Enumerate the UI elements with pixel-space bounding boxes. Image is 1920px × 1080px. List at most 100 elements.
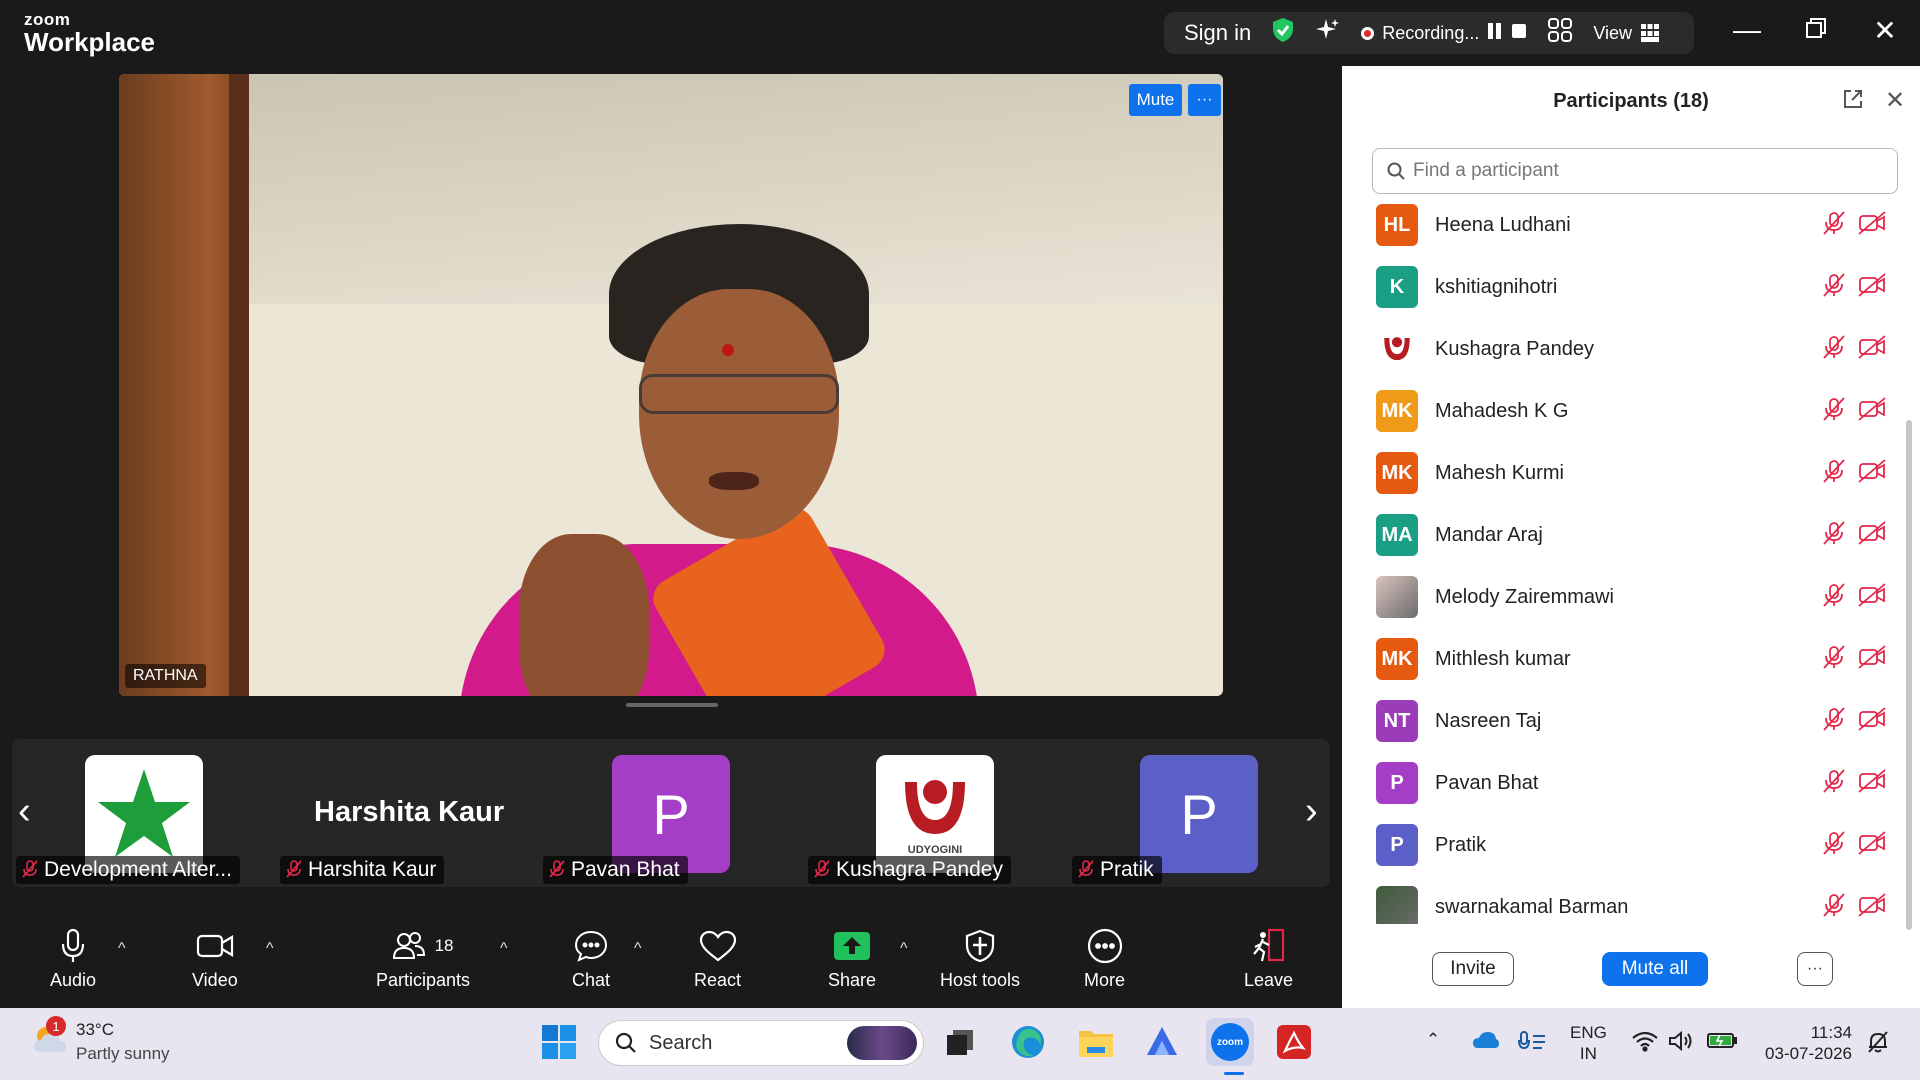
participant-row[interactable]: swarnakamal Barman (1342, 876, 1902, 924)
react-button[interactable]: React (694, 922, 741, 991)
mute-speaker-button[interactable]: Mute (1129, 84, 1182, 116)
resize-handle[interactable] (626, 703, 718, 707)
filmstrip-next-icon[interactable]: › (1305, 790, 1318, 833)
stop-recording-icon[interactable] (1511, 23, 1527, 44)
participants-options-caret-icon[interactable]: ^ (500, 940, 508, 958)
tile-name-text: Pratik (1100, 858, 1154, 881)
system-clock[interactable]: 11:34 03-07-2026 (1752, 1022, 1852, 1064)
chat-button[interactable]: Chat (572, 922, 610, 991)
recording-indicator[interactable]: Recording... (1361, 22, 1527, 45)
close-panel-icon[interactable]: ✕ (1885, 86, 1905, 115)
participant-list-scrollbar[interactable] (1906, 420, 1912, 930)
participant-row[interactable]: Kushagra Pandey (1342, 318, 1902, 380)
participant-avatar: MK (1376, 452, 1418, 494)
camera-icon (196, 922, 234, 970)
participant-row[interactable]: MK Mahadesh K G (1342, 380, 1902, 442)
video-off-icon[interactable] (1858, 458, 1886, 488)
participant-row[interactable]: NT Nasreen Taj (1342, 690, 1902, 752)
share-options-caret-icon[interactable]: ^ (900, 940, 908, 958)
restore-icon[interactable] (1796, 14, 1836, 46)
volume-icon[interactable] (1668, 1030, 1694, 1057)
taskbar-search-box[interactable]: Search (598, 1020, 924, 1066)
participant-status-icons (1822, 210, 1886, 240)
muted-mic-icon[interactable] (1822, 210, 1846, 240)
language-indicator[interactable]: ENG IN (1570, 1022, 1607, 1064)
muted-mic-icon[interactable] (1822, 520, 1846, 550)
video-off-icon[interactable] (1858, 644, 1886, 674)
tile-harshita-display[interactable]: Harshita Kaur (314, 796, 504, 829)
muted-mic-icon[interactable] (1822, 892, 1846, 922)
speaker-more-button[interactable]: ··· (1188, 84, 1221, 116)
muted-mic-icon[interactable] (1822, 644, 1846, 674)
view-button[interactable]: View (1593, 23, 1660, 44)
windows-start-icon[interactable] (539, 1022, 579, 1062)
weather-temperature: 33°C (76, 1020, 114, 1039)
wifi-icon[interactable] (1632, 1030, 1658, 1057)
muted-mic-icon[interactable] (1822, 334, 1846, 364)
audio-options-caret-icon[interactable]: ^ (118, 940, 126, 958)
audio-button[interactable]: Audio (50, 922, 96, 991)
video-options-caret-icon[interactable]: ^ (266, 940, 274, 958)
video-off-icon[interactable] (1858, 830, 1886, 860)
participant-status-icons (1822, 520, 1886, 550)
minimize-icon[interactable]: — (1727, 14, 1767, 46)
battery-icon[interactable] (1706, 1030, 1738, 1055)
leave-button[interactable]: Leave (1244, 922, 1293, 991)
muted-mic-icon[interactable] (1822, 768, 1846, 798)
pause-recording-icon[interactable] (1487, 22, 1503, 45)
participant-row[interactable]: P Pavan Bhat (1342, 752, 1902, 814)
ai-companion-icon[interactable] (1315, 17, 1341, 49)
close-window-icon[interactable]: ✕ (1865, 14, 1905, 47)
task-view-icon[interactable] (940, 1022, 980, 1062)
participants-button[interactable]: 18 Participants (376, 922, 470, 991)
participant-row[interactable]: Kkshitiagnihotri (1342, 256, 1902, 318)
video-off-icon[interactable] (1858, 210, 1886, 240)
panel-more-button[interactable]: ··· (1797, 952, 1833, 986)
video-off-icon[interactable] (1858, 768, 1886, 798)
zoom-app-icon[interactable]: zoom (1206, 1018, 1254, 1066)
video-off-icon[interactable] (1858, 892, 1886, 922)
edge-browser-icon[interactable] (1008, 1022, 1048, 1062)
video-off-icon[interactable] (1858, 706, 1886, 736)
participant-row[interactable]: HL Heena Ludhani (1342, 194, 1902, 256)
voice-typing-icon[interactable] (1518, 1030, 1546, 1059)
video-off-icon[interactable] (1858, 272, 1886, 302)
security-shield-icon[interactable] (1271, 17, 1295, 49)
muted-mic-icon[interactable] (1822, 272, 1846, 302)
mute-all-button[interactable]: Mute all (1602, 952, 1708, 986)
invite-button[interactable]: Invite (1432, 952, 1514, 986)
app-launcher-icon[interactable] (1142, 1022, 1182, 1062)
muted-mic-icon[interactable] (1822, 582, 1846, 612)
sign-in-button[interactable]: Sign in (1184, 20, 1251, 46)
notifications-icon[interactable] (1866, 1030, 1890, 1059)
windows-taskbar: 1 33°C Partly sunny Search zoom ⌃ ENG IN (0, 1008, 1920, 1080)
video-off-icon[interactable] (1858, 582, 1886, 612)
muted-mic-icon[interactable] (1822, 706, 1846, 736)
muted-mic-icon[interactable] (1822, 458, 1846, 488)
gallery-grid-icon[interactable] (1547, 17, 1573, 49)
show-hidden-icons-chevron-icon[interactable]: ⌃ (1426, 1030, 1440, 1050)
video-off-icon[interactable] (1858, 520, 1886, 550)
host-tools-button[interactable]: Host tools (940, 922, 1020, 991)
video-button[interactable]: Video (192, 922, 238, 991)
popout-icon[interactable] (1842, 88, 1864, 115)
onedrive-cloud-icon[interactable] (1472, 1030, 1500, 1055)
video-off-icon[interactable] (1858, 334, 1886, 364)
chat-options-caret-icon[interactable]: ^ (634, 940, 642, 958)
share-button[interactable]: Share (828, 922, 876, 991)
participant-row[interactable]: MK Mahesh Kurmi (1342, 442, 1902, 504)
participant-row[interactable]: Melody Zairemmawi (1342, 566, 1902, 628)
more-button[interactable]: More (1084, 922, 1125, 991)
participant-row[interactable]: MA Mandar Araj (1342, 504, 1902, 566)
muted-mic-icon[interactable] (1822, 396, 1846, 426)
video-off-icon[interactable] (1858, 396, 1886, 426)
acrobat-pdf-icon[interactable] (1274, 1022, 1314, 1062)
participant-row[interactable]: MK Mithlesh kumar (1342, 628, 1902, 690)
participant-row[interactable]: P Pratik (1342, 814, 1902, 876)
file-explorer-icon[interactable] (1076, 1022, 1116, 1062)
muted-mic-icon[interactable] (1822, 830, 1846, 860)
weather-widget[interactable]: 1 (30, 1016, 70, 1063)
find-participant-input[interactable]: Find a participant (1372, 148, 1898, 194)
active-speaker-video[interactable]: RATHNA (119, 74, 1223, 696)
filmstrip-prev-icon[interactable]: ‹ (18, 790, 31, 833)
